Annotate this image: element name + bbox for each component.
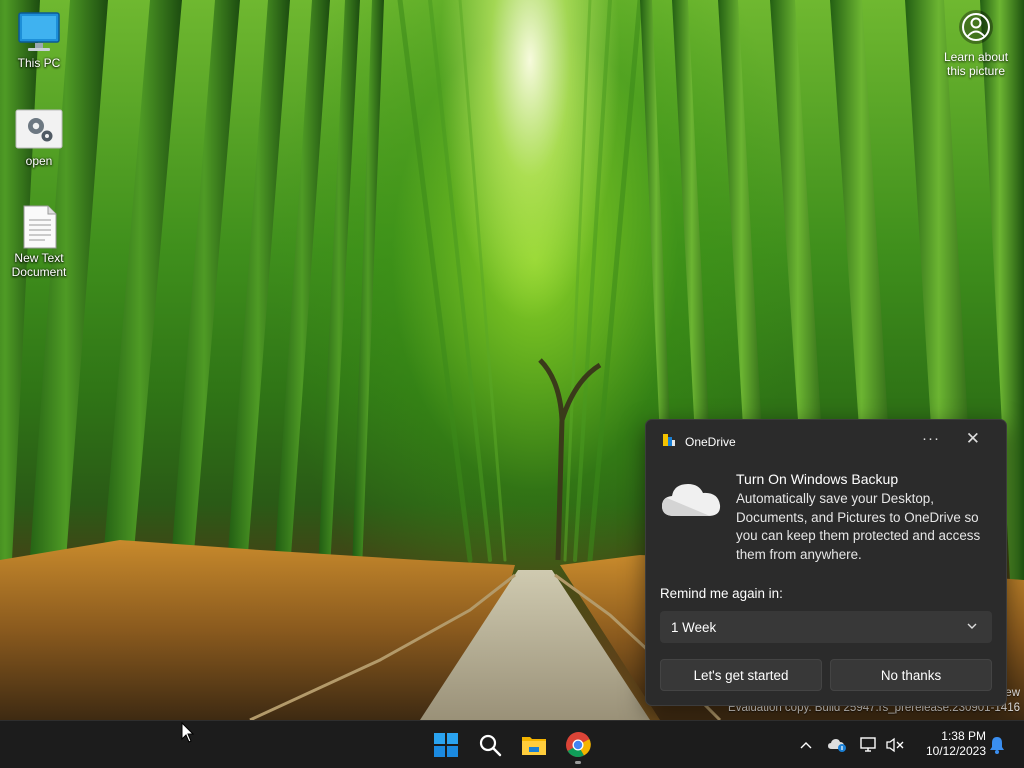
chevron-down-icon	[966, 620, 978, 635]
onedrive-icon	[662, 433, 676, 452]
notification-title: Turn On Windows Backup	[736, 471, 899, 487]
mouse-cursor-icon	[181, 721, 195, 749]
lets-get-started-button[interactable]: Let's get started	[660, 659, 822, 691]
clock[interactable]: 1:38 PM 10/12/2023	[914, 729, 986, 759]
text-document-icon	[15, 205, 63, 249]
clock-date: 10/12/2023	[925, 744, 986, 758]
no-thanks-button[interactable]: No thanks	[830, 659, 992, 691]
camera-info-icon	[959, 10, 993, 44]
running-indicator	[575, 761, 581, 764]
search-icon[interactable]	[475, 730, 505, 760]
remind-interval-dropdown[interactable]: 1 Week	[660, 611, 992, 643]
chevron-up-icon[interactable]	[796, 733, 816, 757]
notification-app-name: OneDrive	[685, 435, 736, 449]
settings-gears-icon	[15, 108, 63, 152]
clock-time: 1:38 PM	[941, 729, 986, 743]
desktop-icon-open[interactable]: open	[3, 108, 75, 168]
volume-muted-icon[interactable]	[884, 733, 906, 757]
monitor-icon	[15, 10, 63, 54]
desktop-icon-label: This PC	[17, 56, 61, 70]
desktop-icon-new-text-document[interactable]: New Text Document	[3, 205, 75, 279]
notification-header: OneDrive ··· ✕	[662, 429, 992, 452]
network-icon[interactable]	[858, 733, 880, 757]
bell-icon[interactable]	[986, 733, 1008, 757]
start-icon[interactable]	[431, 730, 461, 760]
notification-body: Automatically save your Desktop, Documen…	[736, 491, 981, 562]
more-options-button[interactable]: ···	[922, 430, 940, 447]
remind-label: Remind me again in:	[660, 586, 783, 601]
cloud-icon	[660, 476, 722, 523]
taskbar: 1:38 PM 10/12/2023	[0, 720, 1024, 768]
remind-selected-value: 1 Week	[671, 619, 717, 635]
desktop-icon-label: New Text Document	[11, 251, 67, 279]
desktop-icon-label: open	[25, 154, 53, 168]
desktop-icon-this-pc[interactable]: This PC	[3, 10, 75, 70]
learn-about-picture-label: Learn about this picture	[943, 50, 1009, 78]
file-explorer-icon[interactable]	[519, 730, 549, 760]
close-button[interactable]: ✕	[966, 429, 980, 449]
onedrive-tray-icon[interactable]	[827, 733, 849, 757]
chrome-icon[interactable]	[563, 730, 593, 760]
learn-about-picture-button[interactable]: Learn about this picture	[936, 10, 1016, 78]
onedrive-notification: OneDrive ··· ✕ Turn On Windows Backup Au…	[645, 419, 1007, 706]
